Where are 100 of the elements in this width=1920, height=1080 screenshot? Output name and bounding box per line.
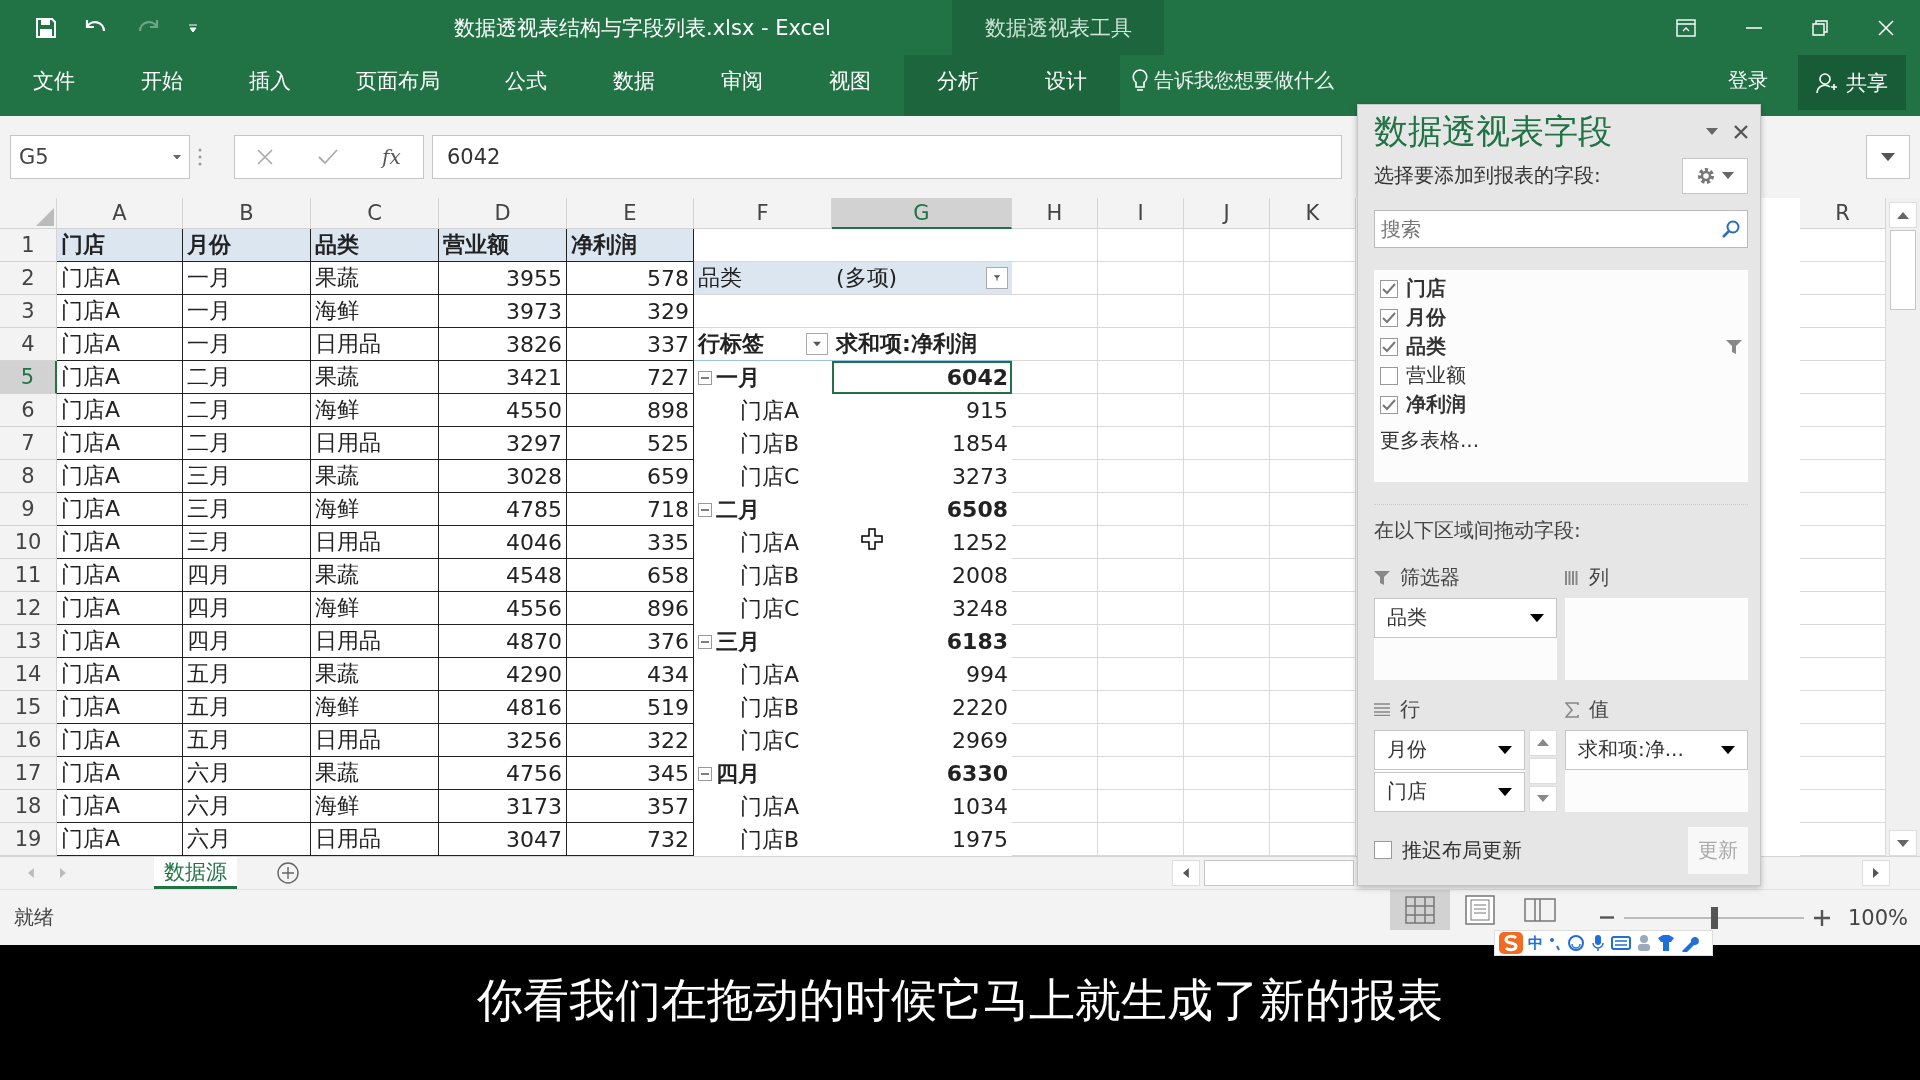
scroll-thumb[interactable] (1890, 230, 1916, 310)
field-label[interactable]: 月份 (1406, 304, 1446, 332)
move-up-button[interactable] (1529, 729, 1557, 756)
row-header[interactable]: 4 (0, 328, 57, 361)
name-box[interactable]: G5 (10, 135, 190, 179)
move-down-button[interactable] (1529, 785, 1557, 812)
checkbox[interactable] (1374, 841, 1392, 860)
field-chip[interactable]: 求和项:净... (1565, 729, 1748, 770)
field-chip[interactable]: 门店 (1374, 771, 1525, 812)
column-header[interactable]: K (1270, 198, 1356, 229)
scroll-up-button[interactable] (1889, 202, 1917, 228)
scroll-left-button[interactable] (1172, 860, 1200, 886)
checkbox[interactable] (1380, 308, 1398, 327)
insert-function-button[interactable]: fx (382, 145, 401, 169)
ribbon-tab[interactable]: 开始 (108, 55, 216, 116)
row-header[interactable]: 14 (0, 658, 57, 691)
row-header[interactable]: 18 (0, 790, 57, 823)
field-chip[interactable]: 品类 (1374, 597, 1557, 638)
column-header[interactable]: B (183, 198, 311, 229)
more-tables-link[interactable]: 更多表格... (1380, 427, 1480, 455)
row-header[interactable]: 5 (0, 361, 57, 394)
ribbon-options-icon[interactable] (1676, 18, 1696, 37)
column-header[interactable]: J (1184, 198, 1270, 229)
checkbox[interactable] (1380, 337, 1398, 356)
row-header[interactable]: 19 (0, 823, 57, 856)
dropdown-button[interactable] (806, 333, 828, 355)
checkbox[interactable] (1380, 279, 1398, 298)
filter-button[interactable] (986, 267, 1008, 289)
minimize-icon[interactable] (1746, 26, 1762, 29)
ribbon-tab[interactable]: 审阅 (688, 55, 796, 116)
ribbon-tab[interactable]: 公式 (472, 55, 580, 116)
cancel-icon[interactable] (257, 149, 274, 165)
row-header[interactable]: 8 (0, 460, 57, 493)
row-header[interactable]: 13 (0, 625, 57, 658)
zoom-out-icon[interactable] (1599, 916, 1614, 919)
column-header[interactable]: A (57, 198, 183, 229)
field-label[interactable]: 净利润 (1406, 391, 1466, 419)
search-field[interactable]: 搜索 (1374, 210, 1748, 249)
formula-field[interactable]: 6042 (432, 135, 1342, 179)
defer-update-label[interactable]: 推迟布局更新 (1402, 836, 1522, 864)
customize-icon[interactable] (188, 22, 198, 33)
drop-area[interactable]: 求和项:净... (1565, 729, 1748, 812)
ribbon-tab[interactable]: 分析 (904, 55, 1012, 116)
row-header[interactable]: 12 (0, 592, 57, 625)
pane-options-icon[interactable] (1706, 128, 1718, 136)
close-icon[interactable] (1734, 125, 1748, 139)
row-header[interactable]: 6 (0, 394, 57, 427)
column-header[interactable]: R (1800, 198, 1886, 229)
tools-button[interactable] (1682, 157, 1748, 194)
drop-area[interactable]: 品类 (1374, 597, 1557, 680)
collapse-icon[interactable] (698, 502, 712, 517)
row-header[interactable]: 2 (0, 262, 57, 295)
column-header[interactable]: E (567, 198, 694, 229)
column-header[interactable]: F (694, 198, 832, 229)
add-sheet-icon[interactable] (277, 862, 299, 884)
row-header[interactable]: 11 (0, 559, 57, 592)
sheet-tab[interactable]: 数据源 (154, 857, 237, 889)
ribbon-tab[interactable]: 页面布局 (324, 55, 472, 116)
column-header[interactable]: I (1098, 198, 1184, 229)
zoom-slider-thumb[interactable] (1710, 906, 1718, 929)
column-header[interactable]: H (1012, 198, 1098, 229)
ribbon-tab[interactable]: 视图 (796, 55, 904, 116)
ime-mode[interactable]: 中 (1528, 933, 1543, 953)
collapse-icon[interactable] (698, 634, 712, 649)
scroll-down-button[interactable] (1889, 830, 1917, 856)
row-header[interactable]: 10 (0, 526, 57, 559)
save-icon[interactable] (36, 17, 56, 38)
share-button[interactable]: 共享 (1798, 55, 1906, 110)
ribbon-tab[interactable]: 文件 (0, 55, 108, 116)
search-icon[interactable] (1722, 220, 1740, 239)
row-header[interactable]: 7 (0, 427, 57, 460)
row-header[interactable]: 3 (0, 295, 57, 328)
sign-in-link[interactable]: 登录 (1728, 67, 1768, 104)
row-header[interactable]: 17 (0, 757, 57, 790)
tell-me-field[interactable]: 告诉我您想要做什么 (1154, 67, 1334, 94)
expand-formula-button[interactable] (1866, 135, 1910, 179)
check-icon[interactable] (317, 149, 338, 165)
column-header[interactable]: D (439, 198, 567, 229)
row-header[interactable]: 1 (0, 229, 57, 262)
restore-icon[interactable] (1812, 19, 1828, 36)
checkbox[interactable] (1380, 366, 1398, 385)
scroll-thumb[interactable] (1529, 757, 1557, 784)
column-header[interactable]: G (832, 198, 1012, 229)
field-label[interactable]: 品类 (1406, 333, 1446, 361)
row-header[interactable]: 16 (0, 724, 57, 757)
checkbox[interactable] (1380, 395, 1398, 414)
horizontal-scroll-thumb[interactable] (1204, 860, 1354, 886)
row-header[interactable]: 9 (0, 493, 57, 526)
ribbon-tab[interactable]: 插入 (216, 55, 324, 116)
collapse-icon[interactable] (698, 766, 712, 781)
row-header[interactable]: 15 (0, 691, 57, 724)
scroll-right-button[interactable] (1862, 860, 1890, 886)
field-label[interactable]: 门店 (1406, 275, 1446, 303)
zoom-level[interactable]: 100% (1847, 905, 1908, 930)
field-label[interactable]: 营业额 (1406, 362, 1466, 390)
column-header[interactable]: C (311, 198, 439, 229)
ribbon-tab[interactable]: 数据 (580, 55, 688, 116)
zoom-in-icon[interactable] (1813, 909, 1830, 926)
field-chip[interactable]: 月份 (1374, 729, 1525, 770)
ribbon-tab[interactable]: 设计 (1012, 55, 1120, 116)
